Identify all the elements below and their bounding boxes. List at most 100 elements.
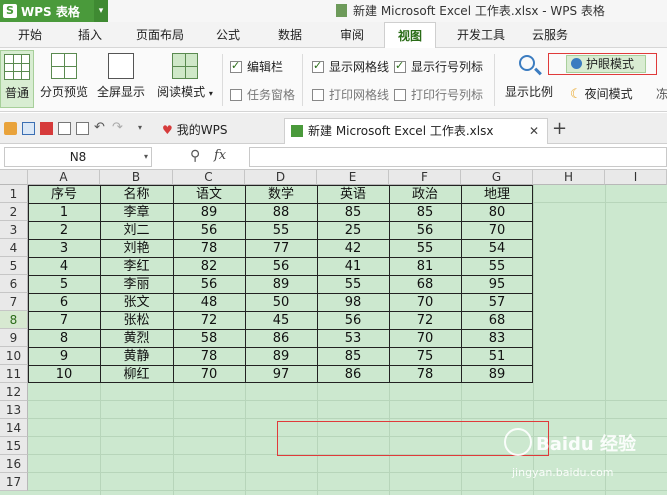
table-cell[interactable]: 72 xyxy=(389,312,461,329)
table-cell[interactable]: 89 xyxy=(245,276,317,293)
table-cell[interactable]: 80 xyxy=(461,204,533,221)
night-mode-button[interactable]: ☾ 夜间模式 xyxy=(570,85,633,102)
table-cell[interactable]: 75 xyxy=(389,348,461,365)
open-folder-icon[interactable] xyxy=(4,122,17,135)
row-header-4[interactable]: 4 xyxy=(0,239,28,257)
table-cell[interactable]: 70 xyxy=(389,330,461,347)
table-cell[interactable]: 68 xyxy=(461,312,533,329)
print-gridlines-checkbox[interactable]: 打印网格线 xyxy=(312,86,389,103)
table-cell[interactable]: 刘二 xyxy=(100,222,173,239)
row-header-9[interactable]: 9 xyxy=(0,329,28,347)
table-cell[interactable]: 78 xyxy=(389,366,461,383)
table-cell[interactable]: 10 xyxy=(28,366,100,383)
table-cell[interactable]: 李章 xyxy=(100,204,173,221)
table-cell[interactable]: 42 xyxy=(317,240,389,257)
table-cell[interactable]: 张文 xyxy=(100,294,173,311)
print-icon[interactable] xyxy=(58,122,71,135)
table-cell[interactable]: 83 xyxy=(461,330,533,347)
column-header-c[interactable]: C xyxy=(173,170,245,185)
undo-icon[interactable]: ↶ xyxy=(94,121,107,135)
table-cell[interactable]: 41 xyxy=(317,258,389,275)
row-header-8[interactable]: 8 xyxy=(0,311,28,329)
column-header-g[interactable]: G xyxy=(461,170,533,185)
table-cell[interactable]: 55 xyxy=(245,222,317,239)
table-cell[interactable]: 78 xyxy=(173,348,245,365)
table-cell[interactable]: 86 xyxy=(245,330,317,347)
table-cell[interactable]: 柳红 xyxy=(100,366,173,383)
formula-input[interactable] xyxy=(249,147,667,167)
table-cell[interactable]: 70 xyxy=(389,294,461,311)
header-cell[interactable]: 英语 xyxy=(317,186,389,203)
reading-mode-button[interactable]: 阅读模式 ▾ xyxy=(152,50,218,108)
table-cell[interactable]: 55 xyxy=(317,276,389,293)
header-cell[interactable]: 数学 xyxy=(245,186,317,203)
new-tab-button[interactable]: + xyxy=(552,118,567,139)
doc-tab-my-wps[interactable]: ♥ 我的WPS xyxy=(158,118,278,144)
row-header-11[interactable]: 11 xyxy=(0,365,28,383)
header-cell[interactable]: 政治 xyxy=(389,186,461,203)
zoom-formula-icon[interactable]: ⚲ xyxy=(190,148,200,164)
tab-formulas[interactable]: 公式 xyxy=(206,22,250,48)
table-cell[interactable]: 86 xyxy=(317,366,389,383)
show-headers-checkbox[interactable]: 显示行号列标 xyxy=(394,58,483,75)
table-cell[interactable]: 56 xyxy=(317,312,389,329)
show-gridlines-checkbox[interactable]: 显示网格线 xyxy=(312,58,389,75)
column-header-i[interactable]: I xyxy=(605,170,667,185)
freeze-panes-button[interactable]: 冻 xyxy=(656,85,667,102)
table-cell[interactable]: 72 xyxy=(173,312,245,329)
formula-bar-checkbox[interactable]: 编辑栏 xyxy=(230,58,283,75)
table-cell[interactable]: 48 xyxy=(173,294,245,311)
table-cell[interactable]: 李红 xyxy=(100,258,173,275)
table-cell[interactable]: 70 xyxy=(461,222,533,239)
table-cell[interactable]: 97 xyxy=(245,366,317,383)
table-cell[interactable]: 黄静 xyxy=(100,348,173,365)
save-icon[interactable] xyxy=(22,122,35,135)
row-header-3[interactable]: 3 xyxy=(0,221,28,239)
table-cell[interactable]: 98 xyxy=(317,294,389,311)
header-cell[interactable]: 序号 xyxy=(28,186,100,203)
table-cell[interactable]: 9 xyxy=(28,348,100,365)
table-cell[interactable]: 81 xyxy=(389,258,461,275)
spreadsheet-grid[interactable]: A B C D E F G H I 1 2 3 4 5 6 7 8 9 10 1… xyxy=(0,170,667,495)
table-cell[interactable]: 89 xyxy=(245,348,317,365)
table-cell[interactable]: 54 xyxy=(461,240,533,257)
table-cell[interactable]: 70 xyxy=(173,366,245,383)
table-cell[interactable]: 5 xyxy=(28,276,100,293)
table-cell[interactable]: 68 xyxy=(389,276,461,293)
table-cell[interactable]: 李丽 xyxy=(100,276,173,293)
column-header-f[interactable]: F xyxy=(389,170,461,185)
table-cell[interactable]: 77 xyxy=(245,240,317,257)
doc-tab-workbook[interactable]: 新建 Microsoft Excel 工作表.xlsx ✕ xyxy=(284,118,548,144)
table-cell[interactable]: 56 xyxy=(173,276,245,293)
table-cell[interactable]: 7 xyxy=(28,312,100,329)
table-cell[interactable]: 张松 xyxy=(100,312,173,329)
row-header-7[interactable]: 7 xyxy=(0,293,28,311)
tab-review[interactable]: 审阅 xyxy=(328,22,376,48)
table-cell[interactable]: 82 xyxy=(173,258,245,275)
table-cell[interactable]: 56 xyxy=(389,222,461,239)
tab-developer[interactable]: 开发工具 xyxy=(448,22,514,48)
row-header-1[interactable]: 1 xyxy=(0,185,28,203)
tab-home[interactable]: 开始 xyxy=(6,22,54,48)
table-cell[interactable]: 8 xyxy=(28,330,100,347)
table-cell[interactable]: 88 xyxy=(245,204,317,221)
row-header-10[interactable]: 10 xyxy=(0,347,28,365)
table-cell[interactable]: 2 xyxy=(28,222,100,239)
insert-function-button[interactable]: fx xyxy=(214,148,226,163)
header-cell[interactable]: 名称 xyxy=(100,186,173,203)
row-header-12[interactable]: 12 xyxy=(0,383,28,401)
row-header-5[interactable]: 5 xyxy=(0,257,28,275)
table-cell[interactable]: 25 xyxy=(317,222,389,239)
table-cell[interactable]: 85 xyxy=(317,348,389,365)
table-cell[interactable]: 78 xyxy=(173,240,245,257)
row-header-6[interactable]: 6 xyxy=(0,275,28,293)
normal-view-button[interactable]: 普通 xyxy=(0,50,34,108)
table-cell[interactable]: 刘艳 xyxy=(100,240,173,257)
column-header-h[interactable]: H xyxy=(533,170,605,185)
table-cell[interactable]: 4 xyxy=(28,258,100,275)
column-header-e[interactable]: E xyxy=(317,170,389,185)
table-cell[interactable]: 85 xyxy=(389,204,461,221)
table-cell[interactable]: 89 xyxy=(173,204,245,221)
tab-data[interactable]: 数据 xyxy=(266,22,314,48)
export-pdf-icon[interactable] xyxy=(40,122,53,135)
